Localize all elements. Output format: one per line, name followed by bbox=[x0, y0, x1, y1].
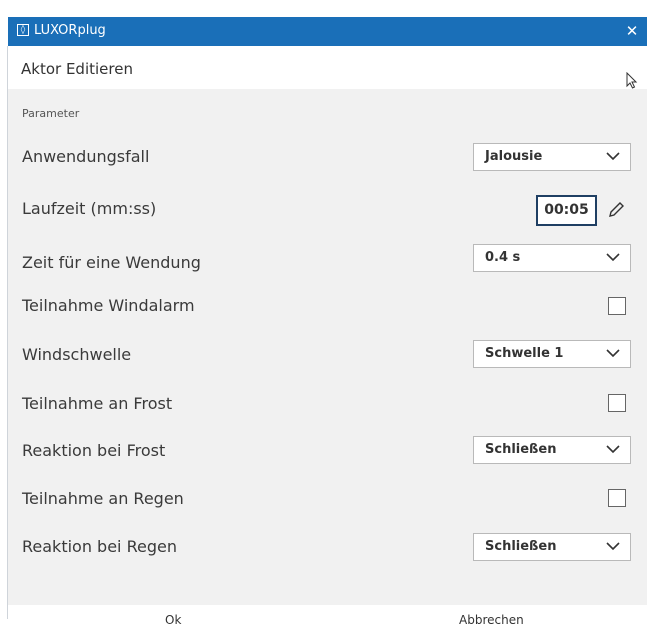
label-reaktion-frost: Reaktion bei Frost bbox=[22, 441, 166, 460]
mouse-cursor-icon bbox=[626, 72, 638, 89]
label-teilnahme-regen: Teilnahme an Regen bbox=[22, 489, 184, 508]
select-zeit-wendung[interactable]: 0.4 s bbox=[473, 244, 631, 272]
chevron-down-icon bbox=[606, 542, 620, 551]
select-value: 0.4 s bbox=[485, 250, 521, 265]
laufzeit-input[interactable]: 00:05 bbox=[536, 195, 597, 226]
chevron-down-icon bbox=[606, 349, 620, 358]
chevron-down-icon bbox=[606, 445, 620, 454]
chevron-down-icon bbox=[606, 152, 620, 161]
select-anwendungsfall[interactable]: Jalousie bbox=[473, 143, 631, 171]
label-teilnahme-frost: Teilnahme an Frost bbox=[22, 394, 173, 413]
chevron-down-icon bbox=[606, 253, 620, 262]
select-value: Schwelle 1 bbox=[485, 346, 564, 361]
checkbox-windalarm[interactable] bbox=[608, 297, 626, 315]
select-value: Jalousie bbox=[485, 149, 543, 164]
title-bar: ◊ LUXORplug ✕ bbox=[8, 17, 647, 46]
label-laufzeit: Laufzeit (mm:ss) bbox=[22, 199, 157, 218]
dialog-header: Aktor Editieren bbox=[8, 46, 647, 89]
label-teilnahme-windalarm: Teilnahme Windalarm bbox=[22, 296, 195, 315]
dialog-title: Aktor Editieren bbox=[21, 60, 133, 78]
pencil-icon[interactable] bbox=[607, 201, 625, 219]
label-windschwelle: Windschwelle bbox=[22, 345, 132, 364]
close-button[interactable]: ✕ bbox=[617, 17, 647, 46]
app-icon: ◊ bbox=[17, 24, 29, 36]
select-reaktion-frost[interactable]: Schließen bbox=[473, 436, 631, 464]
select-value: Schließen bbox=[485, 539, 557, 554]
select-windschwelle[interactable]: Schwelle 1 bbox=[473, 340, 631, 368]
checkbox-regen[interactable] bbox=[608, 489, 626, 507]
select-value: Schließen bbox=[485, 442, 557, 457]
select-reaktion-regen[interactable]: Schließen bbox=[473, 533, 631, 561]
ok-button[interactable]: Ok bbox=[165, 613, 181, 627]
dialog-footer: Ok Abbrechen bbox=[8, 605, 647, 636]
window-title: LUXORplug bbox=[34, 23, 106, 38]
dialog-window: ◊ LUXORplug ✕ Aktor Editieren Ok Abbrech… bbox=[8, 17, 647, 636]
label-anwendungsfall: Anwendungsfall bbox=[22, 147, 150, 166]
label-zeit-wendung: Zeit für eine Wendung bbox=[22, 253, 201, 272]
label-reaktion-regen: Reaktion bei Regen bbox=[22, 537, 177, 556]
section-label-parameter: Parameter bbox=[22, 107, 80, 120]
checkbox-frost[interactable] bbox=[608, 394, 626, 412]
cancel-button[interactable]: Abbrechen bbox=[459, 613, 524, 627]
